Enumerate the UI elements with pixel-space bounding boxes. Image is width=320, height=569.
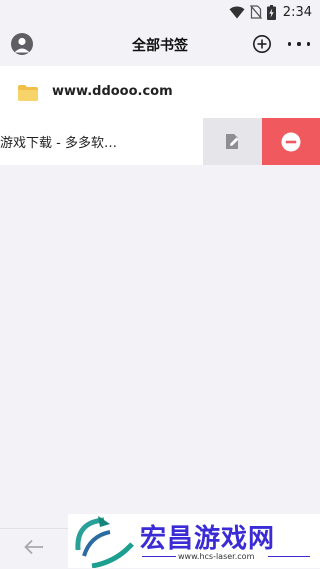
dragon-logo-icon [75,516,134,568]
watermark-title: 宏昌游戏网 [140,524,276,554]
battery-charging-icon [266,4,276,20]
watermark: 宏昌游戏网 www.hcs-laser.com [68,514,320,568]
remove-circle-icon [281,132,301,151]
status-bar: 2:34 [0,0,320,24]
page-title: 全部书签 [132,38,188,54]
status-icons: 2:34 [229,3,312,21]
more-dot [306,42,310,46]
edit-button[interactable] [203,118,262,165]
arrow-left-icon[interactable] [24,539,44,555]
more-dot [297,42,301,46]
watermark-url: www.hcs-laser.com [178,552,255,561]
watermark-rule-right [268,556,310,557]
wifi-icon [229,6,245,18]
more-horizontal-icon[interactable] [288,34,310,54]
watermark-rule-left [142,556,176,557]
header: 全部书签 [0,24,320,66]
folder-row[interactable]: www.ddooo.com [0,66,320,118]
bookmark-list: www.ddooo.com 游戏下载 - 多多软… [0,66,320,528]
add-circle-icon[interactable] [252,34,272,54]
edit-icon [225,134,239,149]
bookmark-label: 游戏下载 - 多多软… [0,136,117,151]
more-dot [288,42,292,46]
folder-label: www.ddooo.com [52,84,173,99]
folder-icon [18,85,38,101]
delete-button[interactable] [262,118,320,165]
bookmark-item-swiped[interactable]: 游戏下载 - 多多软… [0,118,320,165]
status-time: 2:34 [282,4,312,20]
no-sim-icon [249,5,262,19]
